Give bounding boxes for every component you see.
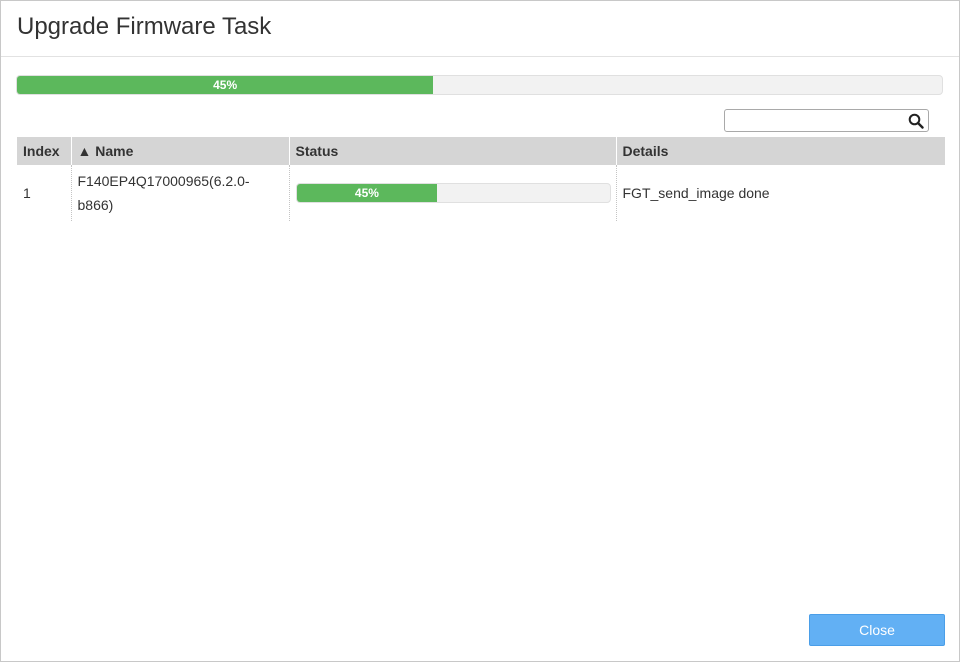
cell-index: 1 (17, 165, 72, 221)
row-progress-bar: 45% (295, 183, 611, 203)
upgrade-firmware-dialog: Upgrade Firmware Task 45% Index ▲ Name S… (0, 0, 960, 662)
close-button[interactable]: Close (809, 614, 945, 646)
table-row[interactable]: 1 F140EP4Q17000965(6.2.0-b866) 45% FGT_s… (17, 165, 945, 221)
column-header-status[interactable]: Status (289, 137, 617, 165)
dialog-header: Upgrade Firmware Task (1, 1, 959, 57)
cell-name: F140EP4Q17000965(6.2.0-b866) (71, 165, 290, 221)
cell-status: 45% (289, 165, 617, 221)
overall-progress-bar: 45% (16, 75, 943, 95)
row-progress-label: 45% (354, 186, 379, 200)
task-table: Index ▲ Name Status Details 1 F140EP4Q17… (17, 137, 945, 221)
search-box[interactable] (724, 109, 929, 132)
column-header-details[interactable]: Details (616, 137, 945, 165)
cell-details: FGT_send_image done (622, 185, 770, 201)
overall-progress-label: 45% (213, 78, 238, 92)
dialog-title: Upgrade Firmware Task (17, 13, 272, 40)
overall-progress-fill: 45% (17, 76, 434, 94)
search-input[interactable] (729, 112, 905, 129)
column-header-name[interactable]: ▲ Name (71, 137, 290, 165)
column-header-index[interactable]: Index (17, 137, 72, 165)
table-header-row: Index ▲ Name Status Details (17, 137, 945, 165)
search-icon[interactable] (908, 113, 924, 129)
row-progress-fill: 45% (296, 184, 438, 202)
